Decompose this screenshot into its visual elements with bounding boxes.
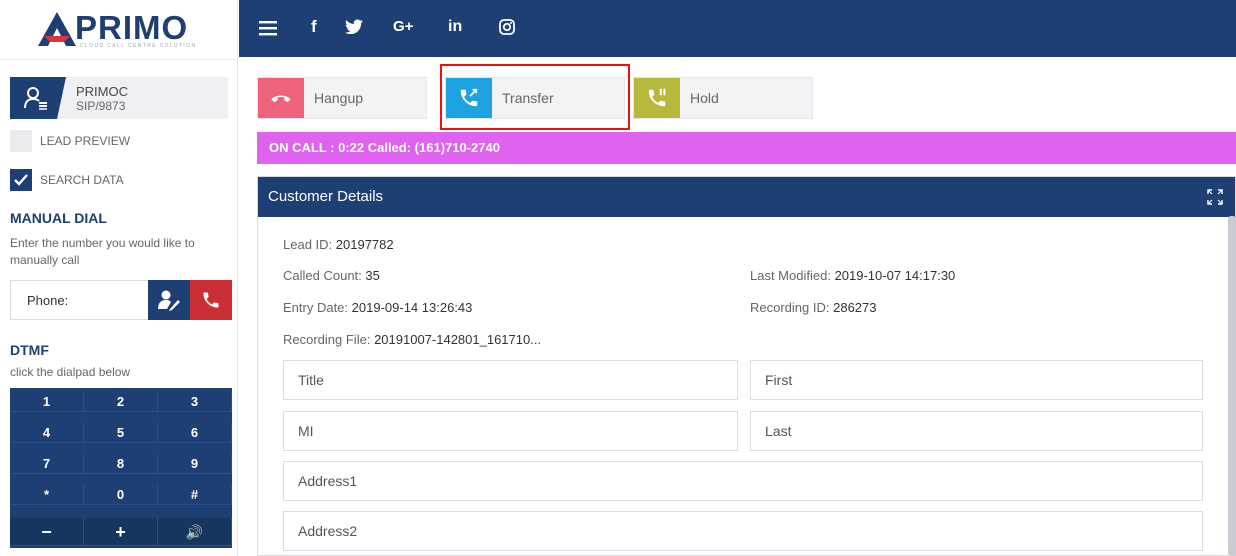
dial-key-7[interactable]: 7 <box>10 454 84 474</box>
called-count-field: Called Count: 35 <box>283 268 380 283</box>
phone-input[interactable] <box>11 281 147 319</box>
manual-dial-contact-button[interactable] <box>148 280 190 320</box>
dial-key-3[interactable]: 3 <box>158 392 232 412</box>
last-modified-field: Last Modified: 2019-10-07 14:17:30 <box>750 268 955 283</box>
panel-scrollbar[interactable] <box>1228 216 1236 556</box>
middle-initial-input[interactable] <box>283 411 738 451</box>
user-icon <box>24 87 47 110</box>
entry-date-label: Entry Date: <box>283 300 349 315</box>
twitter-icon[interactable] <box>345 19 363 35</box>
hold-icon-box <box>634 78 680 118</box>
title-input[interactable] <box>283 360 738 400</box>
volume-up-button[interactable]: + <box>84 518 158 546</box>
hold-call-icon <box>648 88 666 107</box>
agent-name: PRIMOC <box>76 84 128 99</box>
speaker-icon[interactable]: 🔊 <box>158 518 232 546</box>
dial-key-2[interactable]: 2 <box>84 392 158 412</box>
search-data-label: SEARCH DATA <box>40 173 124 187</box>
instagram-icon[interactable] <box>499 19 515 35</box>
manual-dial-description: Enter the number you would like to manua… <box>10 236 195 267</box>
dial-key-4[interactable]: 4 <box>10 423 84 443</box>
facebook-icon[interactable]: f <box>311 16 317 38</box>
dial-key-9[interactable]: 9 <box>158 454 232 474</box>
dial-key-star[interactable]: * <box>10 485 84 505</box>
logo: PRIMO CLOUD CALL CENTRE SOLUTION <box>0 0 238 60</box>
search-data-option[interactable]: SEARCH DATA <box>10 169 228 191</box>
logo-text: PRIMO <box>75 9 189 46</box>
lead-id-value: 20197782 <box>335 237 394 252</box>
manual-dial-control <box>10 280 232 320</box>
phone-icon <box>203 292 219 308</box>
lead-preview-label: LEAD PREVIEW <box>40 134 131 148</box>
dial-key-1[interactable]: 1 <box>10 392 84 412</box>
search-data-checkbox[interactable] <box>10 169 32 191</box>
sidebar: PRIMO CLOUD CALL CENTRE SOLUTION PRIMOC … <box>0 0 238 556</box>
address2-input[interactable] <box>283 511 1203 551</box>
last-name-input[interactable] <box>750 411 1203 451</box>
entry-date-field: Entry Date: 2019-09-14 13:26:43 <box>283 300 472 315</box>
hangup-icon-box <box>258 78 304 118</box>
recording-id-field: Recording ID: 286273 <box>750 300 877 315</box>
called-count-value: 35 <box>365 268 380 283</box>
recording-id-value: 286273 <box>833 300 877 315</box>
lead-preview-checkbox[interactable] <box>10 130 32 152</box>
dial-key-6[interactable]: 6 <box>158 423 232 443</box>
last-modified-value: 2019-10-07 14:17:30 <box>834 268 956 283</box>
hangup-label: Hangup <box>314 90 364 106</box>
dial-key-5[interactable]: 5 <box>84 423 158 443</box>
hangup-icon <box>271 95 291 103</box>
lead-id-field: Lead ID: 20197782 <box>283 237 394 252</box>
dial-key-hash[interactable]: # <box>158 485 232 505</box>
dialpad: 1 2 3 4 5 6 7 8 9 * 0 # − + 🔊 <box>10 388 232 548</box>
top-navbar: f G+ in <box>239 0 1236 57</box>
volume-down-button[interactable]: − <box>10 518 84 546</box>
menu-icon[interactable] <box>259 20 277 36</box>
recording-file-label: Recording File: <box>283 332 371 347</box>
last-modified-label: Last Modified: <box>750 268 831 283</box>
lead-preview-option[interactable]: LEAD PREVIEW <box>10 130 228 152</box>
dtmf-title: DTMF <box>10 342 49 358</box>
agent-sip: SIP/9873 <box>76 99 126 113</box>
transfer-highlight-box <box>440 64 630 130</box>
google-plus-icon[interactable]: G+ <box>393 16 413 38</box>
entry-date-value: 2019-09-14 13:26:43 <box>351 300 473 315</box>
call-status-text: ON CALL : 0:22 Called: (161)710-2740 <box>269 140 500 155</box>
linkedin-icon[interactable]: in <box>448 16 462 38</box>
dtmf-description: click the dialpad below <box>10 365 131 379</box>
logo-tagline: CLOUD CALL CENTRE SOLUTION <box>80 43 197 49</box>
manual-dial-call-button[interactable] <box>190 280 232 320</box>
checkmark-icon <box>14 174 28 186</box>
hold-button[interactable]: Hold <box>633 77 813 119</box>
call-status-bar: ON CALL : 0:22 Called: (161)710-2740 <box>257 132 1236 164</box>
called-count-label: Called Count: <box>283 268 362 283</box>
manual-dial-title: MANUAL DIAL <box>10 210 107 226</box>
customer-details-header: Customer Details <box>258 177 1235 217</box>
first-name-input[interactable] <box>750 360 1203 400</box>
hold-label: Hold <box>690 90 719 106</box>
recording-file-field: Recording File: 20191007-142801_161710..… <box>283 332 541 347</box>
recording-id-label: Recording ID: <box>750 300 830 315</box>
recording-file-value: 20191007-142801_161710... <box>374 332 542 347</box>
hangup-button[interactable]: Hangup <box>257 77 427 119</box>
customer-details-title: Customer Details <box>268 188 384 205</box>
contact-edit-icon <box>158 290 180 311</box>
logo-mark-icon <box>38 12 76 46</box>
agent-avatar <box>10 77 66 119</box>
dial-key-0[interactable]: 0 <box>84 485 158 505</box>
dial-key-8[interactable]: 8 <box>84 454 158 474</box>
lead-id-label: Lead ID: <box>283 237 333 252</box>
address1-input[interactable] <box>283 461 1203 501</box>
expand-icon[interactable] <box>1207 189 1223 205</box>
agent-card: PRIMOC SIP/9873 <box>10 77 228 119</box>
